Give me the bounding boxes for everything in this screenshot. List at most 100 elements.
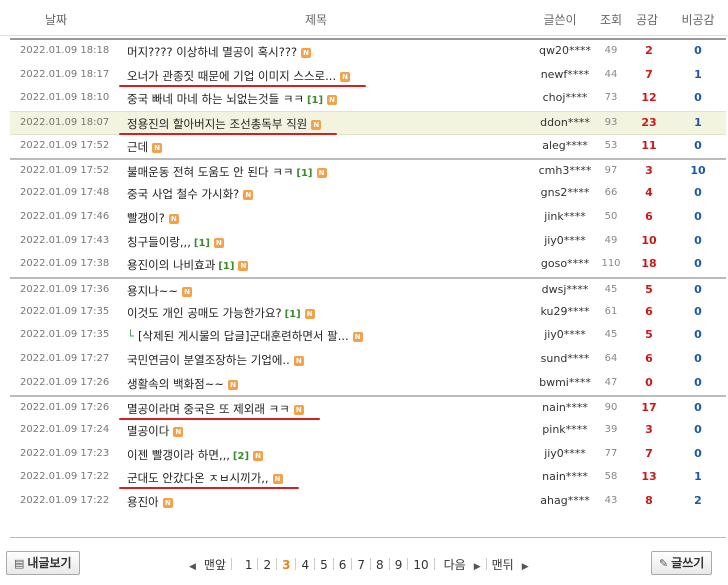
post-title-link[interactable]: 용진이의 나비효과 [1] N [127,257,249,273]
chevron-right-icon[interactable]: ▶ [474,562,481,572]
annotation-underline [119,487,299,490]
post-writer[interactable]: sund**** [530,352,600,365]
post-title-link[interactable]: 이것도 개인 공매도 가능한가요? [1] N [127,305,315,321]
post-row[interactable]: 2022.01.09 17:23 이젠 빨갱이라 하면,,, [2] Njiy0***… [10,443,726,467]
pager-page-3[interactable]: 3 [282,558,290,572]
post-date: 2022.01.09 17:22 [20,495,110,507]
pager-next[interactable]: 다음 [444,556,466,573]
post-title-link[interactable]: 빨갱이? N [127,210,179,226]
post-like-count: 6 [645,351,653,365]
post-writer[interactable]: aleg**** [530,139,600,152]
post-date: 2022.01.09 17:24 [20,424,110,435]
post-row[interactable]: 2022.01.09 17:52 근데 Naleg**** 53 11 0 [10,135,726,159]
post-row[interactable]: 2022.01.09 18:10 중국 빠네 마네 하는 뇌없는것들 ㅋㅋ [1] N… [10,87,726,111]
post-writer[interactable]: jiy0**** [530,447,600,460]
pager-last[interactable]: 맨뒤 [492,556,514,573]
comment-count[interactable]: [1] [296,168,312,179]
post-row[interactable]: 2022.01.09 18:18 머지???? 이상하네 멸공이 혹시??? Nqw… [10,40,726,64]
post-writer[interactable]: jink**** [530,210,600,223]
post-title-link[interactable]: 용지나~~ N [127,283,193,299]
post-views: 39 [604,424,618,435]
post-title-link[interactable]: 중국 사업 철수 가시화? N [127,186,254,202]
post-writer[interactable]: pink**** [530,423,600,436]
post-row[interactable]: 2022.01.09 17:48 중국 사업 철수 가시화? Ngns2**** 66… [10,182,726,206]
post-writer[interactable]: nain**** [530,401,600,414]
post-title-link[interactable]: 불매운동 전혀 도움도 안 된다 ㅋㅋ [1] N [127,164,327,180]
post-writer[interactable]: ddon**** [530,116,600,129]
new-badge-icon: N [327,95,338,106]
chevron-left-icon[interactable]: ◀ [189,562,196,572]
post-date: 2022.01.09 17:35 [20,329,110,341]
post-views: 77 [604,447,618,459]
post-title-link[interactable]: 근데 N [127,139,163,155]
pager-page-2[interactable]: 2 [263,558,271,572]
post-row[interactable]: 2022.01.09 17:22 군대도 안갔다온 ㅈㅂ시끼가,, Nnain***… [10,466,726,490]
post-title-link[interactable]: 용진아 N [127,494,173,510]
post-writer[interactable]: newf**** [530,68,600,81]
comment-count[interactable]: [2] [233,451,249,462]
post-writer[interactable]: bwmi**** [530,376,600,389]
post-writer[interactable]: jiy0**** [530,328,600,341]
post-row[interactable]: 2022.01.09 17:36 용지나~~ Ndwsj**** 45 5 0 [10,276,726,301]
post-row[interactable]: 2022.01.09 17:52 불매운동 전혀 도움도 안 된다 ㅋㅋ [1] Nc… [10,158,726,182]
write-button[interactable]: ✎ 글쓰기 [651,551,713,575]
post-title-link[interactable]: 군대도 안갔다온 ㅈㅂ시끼가,, N [127,470,283,486]
post-title-link[interactable]: 생활속의 백화점~~ N [127,376,238,392]
my-posts-button[interactable]: ▤ 내글보기 [6,551,80,575]
post-row[interactable]: 2022.01.09 17:38 용진이의 나비효과 [1] Ngoso**** 110… [10,253,726,277]
post-like-count: 10 [641,233,657,247]
post-like-count: 11 [641,138,657,152]
comment-count[interactable]: [1] [285,309,301,320]
pager-page-9[interactable]: 9 [395,558,403,572]
post-title-link[interactable]: 정용진의 할아버지는 조선총독부 직원 N [127,116,322,132]
pager-page-5[interactable]: 5 [320,558,328,572]
post-row[interactable]: 2022.01.09 17:24 멸공이다 Npink**** 39 3 0 [10,419,726,443]
post-row[interactable]: 2022.01.09 17:35 └ [삭제된 게시물의 답글]군대훈련하면서 팔.… [10,324,726,348]
chevron-right-icon[interactable]: ▶ [522,562,529,572]
post-writer[interactable]: goso**** [530,257,600,270]
post-dislike-count: 0 [694,328,702,342]
post-writer[interactable]: choj**** [530,91,600,104]
post-writer[interactable]: cmh3**** [530,164,600,177]
post-title-link[interactable]: 머지???? 이상하네 멸공이 혹시??? N [127,44,312,60]
post-writer[interactable]: ahag**** [530,494,600,507]
post-row[interactable]: 2022.01.09 17:35 이것도 개인 공매도 가능한가요? [1] Nku2… [10,301,726,325]
post-row[interactable]: 2022.01.09 17:26 멸공이라며 중국은 또 제외래 ㅋㅋ Nnain*… [10,395,726,421]
post-writer[interactable]: dwsj**** [530,283,600,296]
post-title-link[interactable]: 오너가 관종짓 때문에 기업 이미지 스스로... N [127,68,351,84]
pager-page-8[interactable]: 8 [376,558,384,572]
post-title-link[interactable]: └ [삭제된 게시물의 답글]군대훈련하면서 팔... N [127,328,363,344]
post-title-link[interactable]: 중국 빠네 마네 하는 뇌없는것들 ㅋㅋ [1] N [127,91,338,107]
post-writer[interactable]: nain**** [530,470,600,483]
post-writer[interactable]: jiy0**** [530,234,600,247]
post-row[interactable]: 2022.01.09 17:22 용진아 Nahag**** 43 8 2 [10,490,726,514]
post-writer[interactable]: gns2**** [530,186,600,199]
post-title-link[interactable]: 칭구들이랑,,, [1] N [127,234,224,250]
comment-count[interactable]: [1] [307,95,323,106]
comment-count[interactable]: [1] [194,238,210,249]
pager-page-6[interactable]: 6 [339,558,347,572]
pager-divider [370,558,372,570]
post-like-count: 7 [645,446,653,460]
post-title-link[interactable]: 멸공이다 N [127,423,184,439]
post-row[interactable]: 2022.01.09 18:07 정용진의 할아버지는 조선총독부 직원 Nddon… [10,111,726,136]
post-row[interactable]: 2022.01.09 18:17 오너가 관종짓 때문에 기업 이미지 스스로..… [10,64,726,88]
post-row[interactable]: 2022.01.09 17:46 빨갱이? Njink**** 50 6 0 [10,206,726,230]
post-dislike-count: 0 [694,351,702,365]
pager-page-7[interactable]: 7 [357,558,365,572]
post-writer[interactable]: ku29**** [530,305,600,318]
post-title-link[interactable]: 이젠 빨갱이라 하면,,, [2] N [127,447,264,463]
post-row[interactable]: 2022.01.09 17:27 국민연금이 분열조장하는 기업에.. Nsund*… [10,348,726,372]
post-writer[interactable]: qw20**** [530,44,600,57]
post-title-link[interactable]: 국민연금이 분열조장하는 기업에.. N [127,352,304,368]
post-row[interactable]: 2022.01.09 17:26 생활속의 백화점~~ Nbwmi**** 47 0 0 [10,372,726,396]
pager-page-1[interactable]: 1 [245,558,253,572]
pager-first[interactable]: 맨앞 [204,556,226,573]
post-row[interactable]: 2022.01.09 17:43 칭구들이랑,,, [1] Njiy0**** 49 10… [10,230,726,254]
post-views: 53 [604,139,618,151]
comment-count[interactable]: [1] [218,261,234,272]
pager-page-10[interactable]: 10 [413,558,428,572]
annotation-underline [119,84,366,87]
post-title-link[interactable]: 멸공이라며 중국은 또 제외래 ㅋㅋ N [127,401,304,417]
pager-page-4[interactable]: 4 [301,558,309,572]
